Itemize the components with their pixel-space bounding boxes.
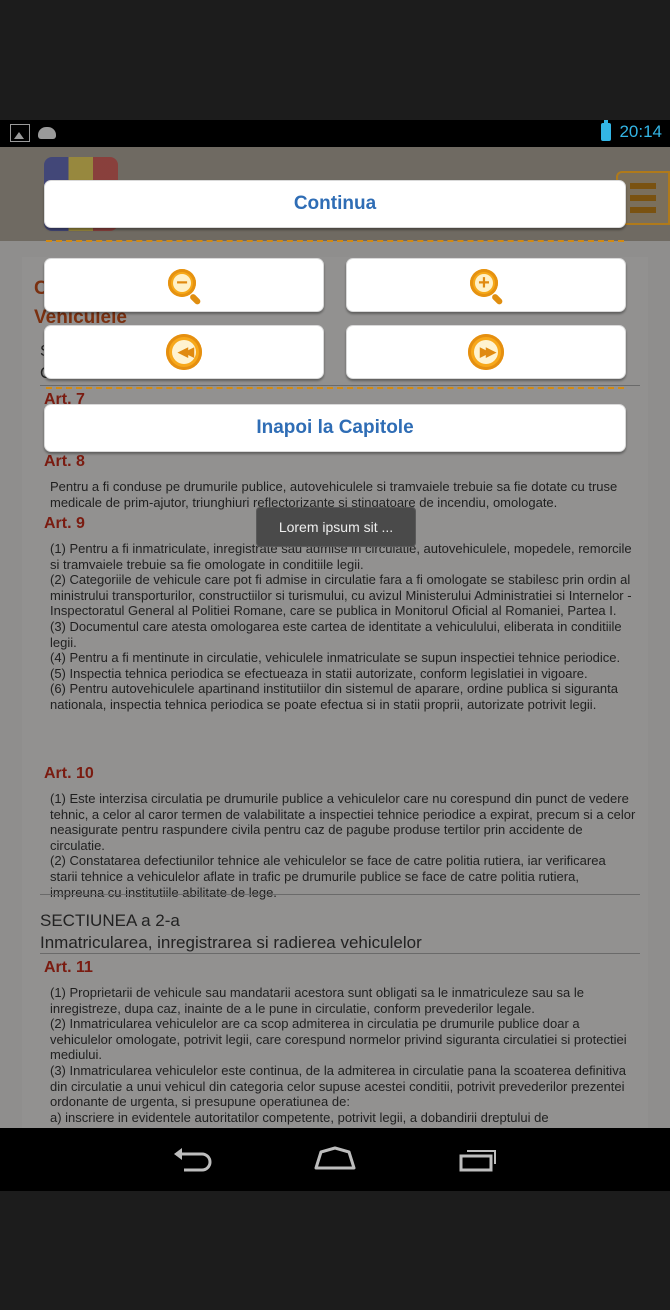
- continue-button[interactable]: Continua: [44, 180, 626, 228]
- navigation-dialog: Continua − + ◀◀ ▶▶ Inapoi la Capitole: [0, 0, 670, 1310]
- back-icon[interactable]: [172, 1146, 214, 1172]
- zoom-in-button[interactable]: +: [346, 258, 626, 312]
- previous-button[interactable]: ◀◀: [44, 325, 324, 379]
- zoom-in-icon: +: [469, 268, 504, 306]
- toast-message: Lorem ipsum sit ...: [256, 507, 416, 547]
- zoom-out-icon: −: [167, 268, 202, 306]
- dashed-divider-bottom: [46, 387, 624, 389]
- next-button[interactable]: ▶▶: [346, 325, 626, 379]
- back-to-chapters-label: Inapoi la Capitole: [256, 417, 414, 438]
- dashed-divider-top: [46, 240, 624, 242]
- rewind-icon: ◀◀: [166, 334, 202, 370]
- recent-apps-icon[interactable]: [457, 1146, 499, 1172]
- zoom-out-button[interactable]: −: [44, 258, 324, 312]
- fast-forward-icon: ▶▶: [468, 334, 504, 370]
- navigation-bar: [0, 1128, 670, 1191]
- continue-label: Continua: [293, 193, 377, 214]
- bottom-black-area: [0, 1191, 670, 1310]
- back-to-chapters-button[interactable]: Inapoi la Capitole: [44, 404, 626, 452]
- home-icon[interactable]: [313, 1146, 357, 1172]
